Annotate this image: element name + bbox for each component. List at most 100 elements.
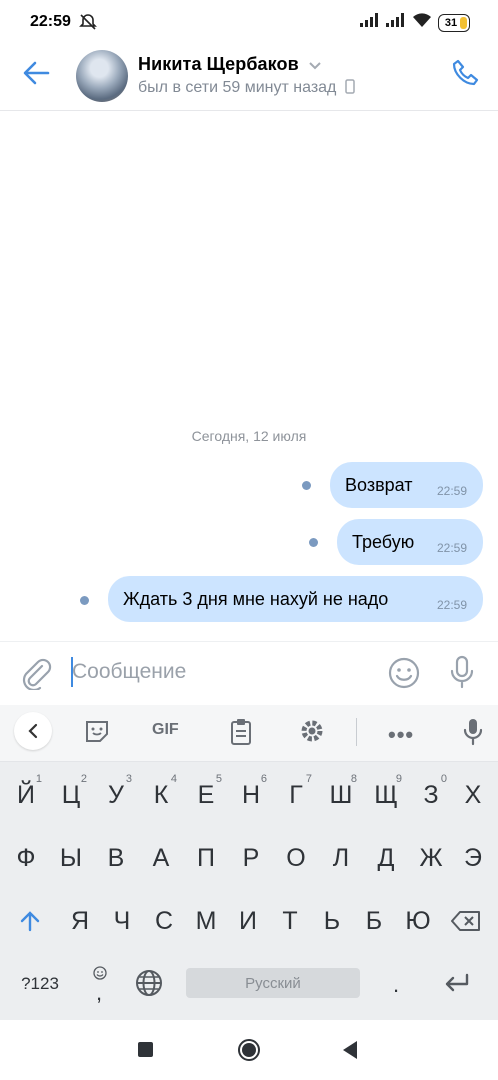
keyboard-back-button[interactable] [14,712,52,750]
message-bubble[interactable]: Требую 22:59 [337,519,483,565]
contact-name[interactable]: Никита Щербаков [138,54,322,76]
battery-icon: 31 [438,13,470,32]
period-key[interactable]: . [393,972,399,998]
key[interactable]: П [186,833,226,883]
key[interactable]: Э [453,833,493,883]
message-bubble[interactable]: Ждать 3 дня мне нахуй не надо 22:59 [108,576,483,622]
voice-input-icon[interactable] [463,718,483,751]
comma-label: , [96,980,103,1005]
settings-gear-icon[interactable] [299,718,325,749]
key-label: В [107,843,125,872]
key-label: Ц [61,780,81,809]
signal-icon-2 [386,13,406,32]
key[interactable]: Н6 [231,770,271,820]
key[interactable]: Ж [411,833,451,883]
key-hint: 6 [260,773,267,785]
key-hint: 2 [80,773,87,785]
key-hint: 3 [125,773,132,785]
space-bar[interactable]: Русский [186,968,360,998]
message-time: 22:59 [436,598,467,612]
key[interactable]: Щ9 [366,770,406,820]
clipboard-icon[interactable] [229,718,253,751]
key[interactable]: У3 [96,770,136,820]
key[interactable]: Ч [102,896,142,946]
key[interactable]: Т [270,896,310,946]
avatar[interactable] [76,50,128,102]
backspace-icon [451,911,480,931]
key[interactable]: З0 [411,770,451,820]
enter-key[interactable] [443,972,471,999]
key-label: Т [282,906,298,935]
message-bubble[interactable]: Возврат 22:59 [330,462,483,508]
key[interactable]: Ш8 [321,770,361,820]
key[interactable]: И [228,896,268,946]
key[interactable]: О [276,833,316,883]
emoji-icon[interactable] [388,657,420,694]
key[interactable]: К4 [141,770,181,820]
key[interactable]: Ь [312,896,352,946]
key[interactable]: Р [231,833,271,883]
key[interactable]: Л [321,833,361,883]
home-button[interactable] [237,1038,261,1062]
key[interactable]: Д [366,833,406,883]
key-label: Е [197,780,215,809]
microphone-icon[interactable] [449,655,475,694]
key[interactable]: С [144,896,184,946]
key-label: Ф [16,843,36,872]
key[interactable]: Ы [51,833,91,883]
message-time: 22:59 [436,484,467,498]
globe-icon[interactable] [135,969,163,1002]
key-hint: 4 [170,773,177,785]
signal-icon [360,13,380,32]
date-separator: Сегодня, 12 июля [191,428,307,444]
last-seen-text: был в сети 59 минут назад [138,79,337,96]
message-text: Требую [352,531,415,552]
key[interactable]: Х [453,770,493,820]
wifi-icon [412,12,432,33]
alarm-off-icon [79,13,97,36]
emoji-punct-key[interactable]: , [88,962,112,1006]
back-button[interactable] [342,1040,358,1065]
attach-icon[interactable] [20,656,52,695]
back-arrow-icon[interactable] [22,60,50,91]
toolbar-divider [356,718,357,746]
mobile-icon [345,79,355,99]
unread-dot [302,481,311,490]
key-label: Г [289,780,303,809]
key-label: Я [70,906,90,935]
message-input[interactable]: Сообщение [72,660,186,684]
contact-status: был в сети 59 минут назад [138,79,355,99]
key-label: Э [464,843,482,872]
gif-button[interactable]: GIF [152,721,179,739]
key[interactable]: Ф [6,833,46,883]
key[interactable]: М [186,896,226,946]
phone-call-icon[interactable] [450,58,480,93]
key-label: С [154,906,174,935]
key-hint: 7 [305,773,312,785]
key-hint: 0 [440,773,447,785]
key[interactable]: А [141,833,181,883]
key[interactable]: Б [354,896,394,946]
key-label: Л [332,843,350,872]
key[interactable]: Я [60,896,100,946]
key-label: Х [464,780,482,809]
more-icon[interactable]: ••• [388,722,414,748]
key-label: Ю [405,906,431,935]
key[interactable]: Е5 [186,770,226,820]
symbols-key[interactable]: ?123 [10,962,70,1006]
sticker-icon[interactable] [84,718,110,749]
key[interactable]: Ц2 [51,770,91,820]
key-hint: 1 [35,773,42,785]
key[interactable]: Ю [398,896,438,946]
key[interactable]: В [96,833,136,883]
key-label: Д [377,843,395,872]
key-label: У [108,780,124,809]
backspace-key[interactable] [446,896,486,946]
shift-key[interactable] [10,896,50,946]
key[interactable]: Й1 [6,770,46,820]
battery-level: 31 [444,16,458,29]
key-label: Б [365,906,383,935]
unread-dot [80,596,89,605]
recents-button[interactable] [138,1042,153,1057]
key[interactable]: Г7 [276,770,316,820]
